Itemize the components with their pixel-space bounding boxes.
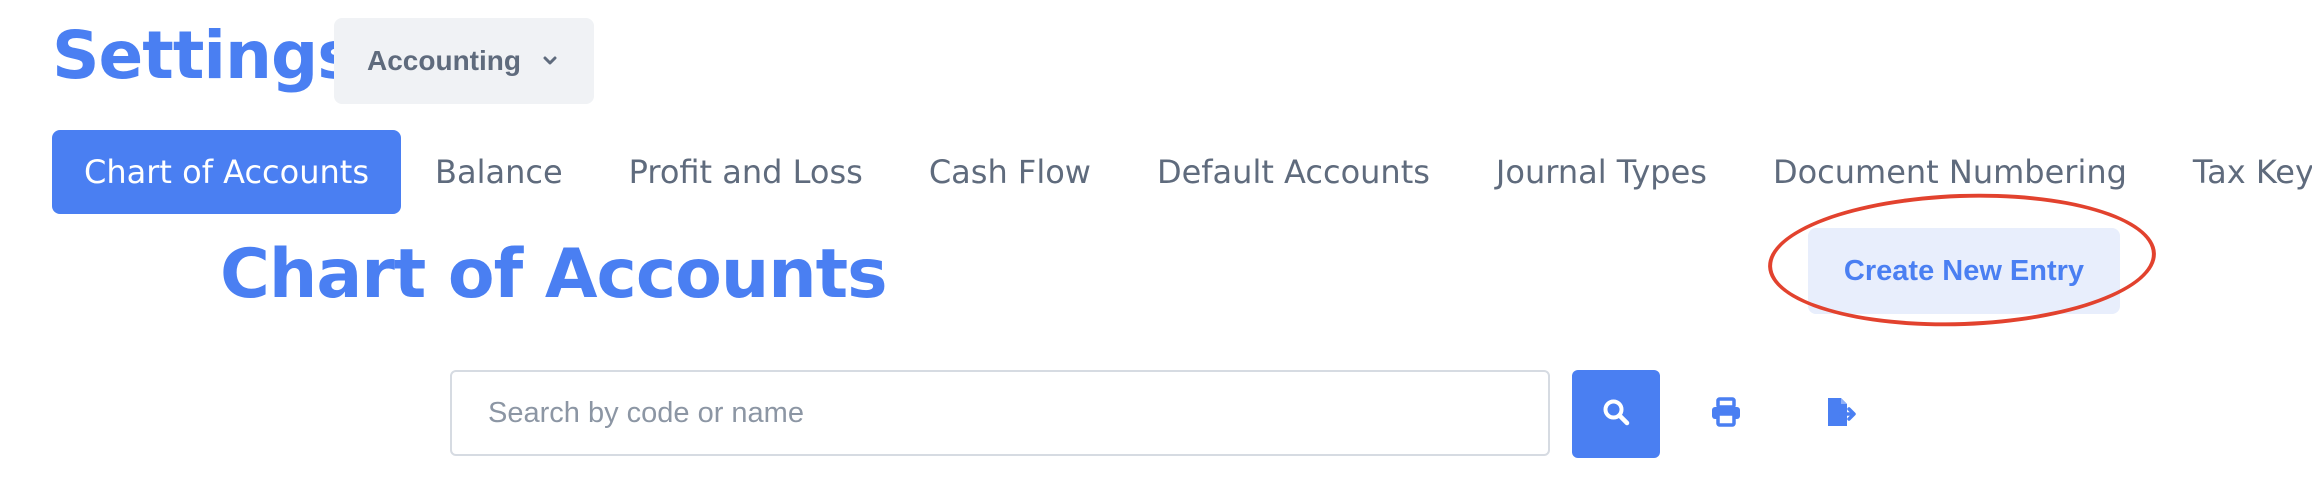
search-button[interactable] [1572,370,1660,458]
create-new-entry-button[interactable]: Create New Entry [1808,228,2120,314]
tab-balance[interactable]: Balance [403,130,595,214]
section-title: Chart of Accounts [220,235,888,314]
chevron-down-icon [539,50,561,72]
tab-profit-and-loss[interactable]: Profit and Loss [597,130,895,214]
export-button[interactable] [1818,390,1866,438]
module-select-value: Accounting [367,45,521,76]
search-input[interactable] [450,370,1550,456]
export-file-icon [1825,396,1859,433]
settings-tabs: Chart of Accounts Balance Profit and Los… [52,130,2312,214]
tab-journal-types[interactable]: Journal Types [1464,130,1739,214]
print-button[interactable] [1702,390,1750,438]
tab-default-accounts[interactable]: Default Accounts [1125,130,1462,214]
tab-document-numbering[interactable]: Document Numbering [1741,130,2159,214]
module-select-dropdown[interactable]: Accounting [334,18,594,104]
tab-chart-of-accounts[interactable]: Chart of Accounts [52,130,401,214]
tab-cash-flow[interactable]: Cash Flow [897,130,1123,214]
search-icon [1601,397,1631,432]
page-title: Settings [52,17,357,94]
tab-tax-keys[interactable]: Tax Keys [2161,130,2312,214]
print-icon [1710,396,1742,432]
